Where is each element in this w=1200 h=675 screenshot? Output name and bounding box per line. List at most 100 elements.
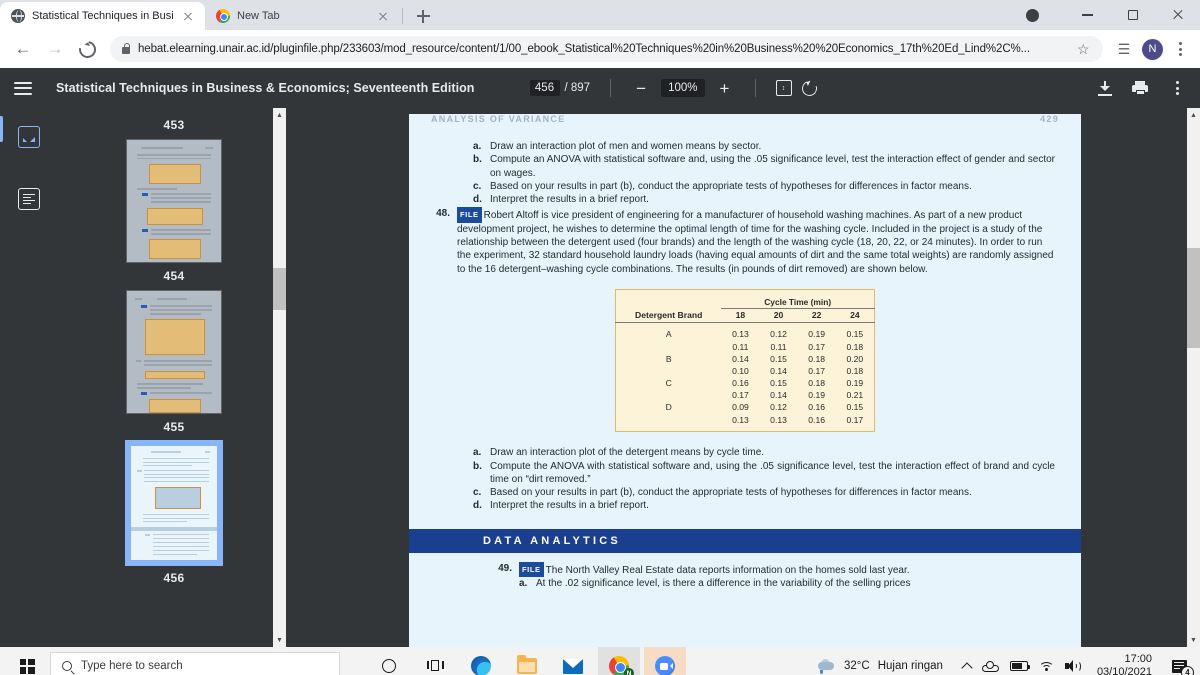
zoom-in-button[interactable]: + [715,80,735,97]
toolbar-divider [610,79,612,97]
close-icon[interactable] [375,8,391,24]
cell: 0.17 [808,365,826,376]
mail-button[interactable] [552,647,594,675]
forward-button[interactable]: → [40,34,70,64]
scroll-up-icon[interactable]: ▲ [273,108,286,122]
browser-tab-active[interactable]: Statistical Techniques in Business [0,2,205,30]
thumbnail-scrollbar[interactable]: ▲ ▼ [273,108,286,647]
page-scrollbar[interactable]: ▲ ▼ [1187,108,1200,647]
thumbnail-page-454[interactable] [126,290,222,414]
outline-view-icon[interactable] [18,188,40,210]
speaker-icon[interactable] [1064,660,1081,672]
question-48-text: Robert Altoff is vice president of engin… [457,210,1054,275]
file-explorer-button[interactable] [506,647,548,675]
chevron-up-icon[interactable] [961,661,973,674]
back-button[interactable]: ← [8,34,38,64]
running-head-right: 429 [1040,114,1059,124]
taskbar-clock[interactable]: 17:00 03/10/2021 [1091,653,1162,675]
task-view-button[interactable] [414,647,456,675]
table-group-header: Cycle Time (min) [721,295,875,309]
toolbar-divider [754,79,756,97]
browser-tab-newtab[interactable]: New Tab [205,2,400,30]
pdf-menu-button[interactable] [1168,81,1186,95]
reading-list-icon[interactable]: ☰ [1111,36,1137,62]
thumbnail-pane[interactable]: 453 454 455 456 ▲ ▼ [58,108,290,647]
fit-page-icon[interactable]: ↕ [775,80,792,96]
download-icon[interactable] [1098,80,1112,96]
print-icon[interactable] [1132,81,1148,95]
page-number-input[interactable]: 456 [529,80,560,96]
profile-indicator-icon[interactable] [1026,8,1039,22]
notification-count-badge: 4 [1181,666,1194,675]
thumbnail-page-456-selected[interactable] [125,440,223,566]
pdf-page-area[interactable]: ANALYSIS OF VARIANCE 429 a. Draw an inte… [290,108,1200,647]
brand-cell [616,340,722,352]
clock-date: 03/10/2021 [1096,666,1152,675]
zoom-app-button[interactable] [644,647,686,675]
system-tray: 32°C Hujan ringan 17:00 03/10/2021 4 [806,647,1196,675]
weather-widget[interactable]: 32°C Hujan ringan [806,659,953,674]
subitem-text: At the .02 significance level, is there … [536,578,911,590]
zoom-app-icon [655,656,675,675]
thumbnails-view-icon[interactable] [18,126,40,148]
wifi-icon[interactable] [1038,661,1054,672]
chrome-button[interactable]: N [598,647,640,675]
browser-menu-button[interactable] [1168,42,1192,56]
table-row: A 0.13 0.12 0.19 0.15 [616,328,875,340]
subitem-label: a. [473,447,482,459]
globe-icon [11,9,25,23]
cell: 0.12 [770,402,787,413]
cell: 0.18 [808,353,826,364]
zoom-level-display[interactable]: 100% [661,79,705,97]
scrollbar-thumb[interactable] [1187,248,1200,348]
pdf-toolbar-right [1098,80,1186,96]
new-tab-button[interactable] [409,2,437,30]
start-button[interactable] [4,647,50,675]
scrollbar-thumb[interactable] [273,268,286,310]
close-icon[interactable] [180,8,196,24]
file-tag-badge: FILE [519,561,544,577]
brand-cell: A [665,329,672,340]
subitem-text: Interpret the results in a brief report. [490,500,649,512]
edge-button[interactable] [460,647,502,675]
cortana-button[interactable] [368,647,410,675]
question-48-subitems: a. Draw an interaction plot of the deter… [435,446,1055,512]
maximize-button[interactable] [1110,0,1155,30]
cortana-icon [382,659,396,673]
bookmark-star-icon[interactable]: ☆ [1077,42,1091,56]
notification-center-button[interactable]: 4 [1162,647,1196,675]
taskbar-search-input[interactable]: Type here to search [50,652,340,675]
cell: 0.14 [732,353,749,364]
cell: 0.13 [732,329,749,340]
subitem-label: c. [473,487,482,499]
minimize-button[interactable] [1065,0,1110,30]
subitem-label: d. [473,500,482,512]
reload-button[interactable] [72,34,102,64]
table-row: 0.17 0.14 0.19 0.21 [616,389,875,401]
cell: 0.20 [846,353,864,364]
table-row: 0.11 0.11 0.17 0.18 [616,340,875,352]
column-header: 20 [759,308,798,323]
subitem-text: Compute an ANOVA with statistical softwa… [490,154,1055,179]
chrome-profile-badge: N [624,668,634,675]
onedrive-icon[interactable] [981,660,999,672]
scroll-down-icon[interactable]: ▼ [273,633,286,647]
sidebar-toggle-icon[interactable] [14,81,32,95]
subitem-label: d. [473,194,482,206]
table-row: 0.13 0.13 0.16 0.17 [616,414,875,426]
address-bar[interactable]: hebat.elearning.unair.ac.id/pluginfile.p… [110,36,1103,62]
cell: 0.17 [846,414,864,425]
thumbnail-page-number: 453 [163,118,185,132]
cell: 0.19 [808,329,826,340]
zoom-out-button[interactable]: − [631,80,651,97]
avatar[interactable]: N [1142,38,1163,60]
cell: 0.12 [770,329,787,340]
rain-cloud-icon [816,659,836,674]
close-window-button[interactable] [1155,0,1200,30]
scroll-down-icon[interactable]: ▼ [1187,633,1200,647]
battery-icon[interactable] [1009,661,1031,671]
subitem-label: b. [473,460,482,472]
scroll-up-icon[interactable]: ▲ [1187,108,1200,122]
rotate-icon[interactable] [799,78,819,98]
thumbnail-page-453[interactable] [126,139,222,263]
